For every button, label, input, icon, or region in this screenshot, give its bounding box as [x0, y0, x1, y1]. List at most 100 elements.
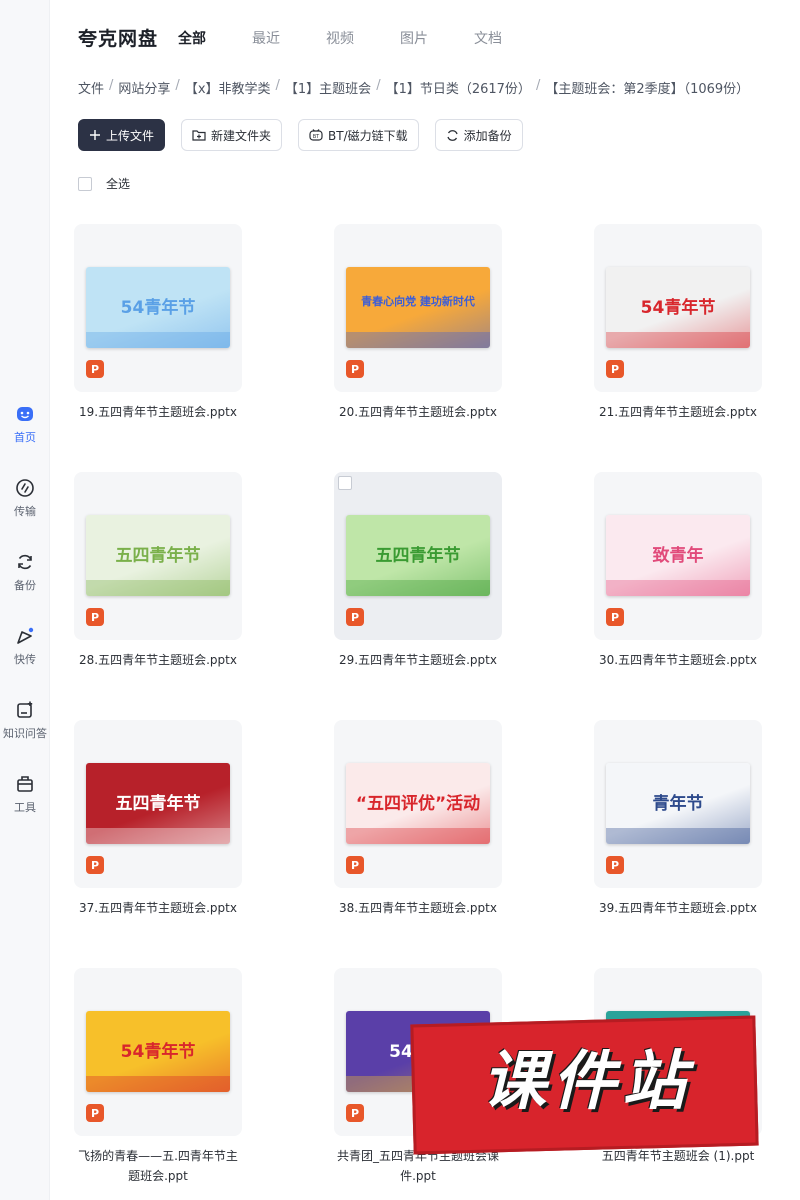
file-card[interactable]: 54青年节 P 21.五四青年节主题班会.pptx [594, 224, 762, 422]
file-name[interactable]: 37.五四青年节主题班会.pptx [74, 898, 242, 918]
slide-title: 五四青年节 [115, 794, 201, 814]
add-backup-button[interactable]: 添加备份 [434, 119, 523, 151]
file-card[interactable]: 54青年节 P 飞扬的青春——五.四青年节主题班会.ppt [74, 968, 242, 1186]
breadcrumb-separator: / [376, 78, 381, 93]
file-name[interactable]: 39.五四青年节主题班会.pptx [594, 898, 762, 918]
new-folder-button[interactable]: 新建文件夹 [181, 119, 283, 151]
file-name[interactable]: 29.五四青年节主题班会.pptx [334, 650, 502, 670]
slide-preview: “五四评优”活动 [346, 763, 490, 844]
file-name[interactable]: 20.五四青年节主题班会.pptx [334, 402, 502, 422]
slide-preview: 青春心向党 建功新时代 [346, 267, 490, 348]
file-card[interactable]: 青春心向党 建功新时代 P 20.五四青年节主题班会.pptx [334, 224, 502, 422]
ppt-file-icon: P [346, 856, 364, 874]
ppt-file-icon: P [346, 608, 364, 626]
left-rail: 首页 传输 备份 快传 知识问答 工具 [0, 0, 50, 1200]
file-card[interactable]: 五四青年节 P 37.五四青年节主题班会.pptx [74, 720, 242, 918]
breadcrumb: 文件 / 网站分享 / 【x】非教学类 / 【1】主题班会 / 【1】节日类（2617份… [78, 78, 749, 97]
svg-text:BT: BT [313, 134, 320, 140]
watermark-text: 课件站 [482, 1045, 692, 1119]
file-thumbnail[interactable]: 54青年节 P [74, 968, 242, 1136]
file-card[interactable]: 五四青年节 P 29.五四青年节主题班会.pptx [334, 472, 502, 670]
slide-decoration [606, 332, 750, 348]
slide-preview: 五四青年节 [86, 763, 230, 844]
file-name[interactable]: 38.五四青年节主题班会.pptx [334, 898, 502, 918]
rail-quick-send[interactable]: 快传 [0, 625, 50, 667]
breadcrumb-item[interactable]: 网站分享 [118, 78, 170, 97]
file-name[interactable]: 19.五四青年节主题班会.pptx [74, 402, 242, 422]
select-all[interactable]: 全选 [78, 175, 130, 192]
breadcrumb-item[interactable]: 【1】主题班会 [285, 78, 371, 97]
breadcrumb-separator: / [275, 78, 280, 93]
file-card[interactable]: 五四青年节 P 28.五四青年节主题班会.pptx [74, 472, 242, 670]
slide-preview: 五四青年节 [346, 515, 490, 596]
ppt-file-icon: P [346, 360, 364, 378]
slide-preview: 54青年节 [86, 1011, 230, 1092]
rail-home[interactable]: 首页 [0, 403, 50, 445]
breadcrumb-separator: / [535, 78, 541, 93]
breadcrumb-item[interactable]: 【1】节日类（2617份） [386, 78, 531, 97]
tab-all[interactable]: 全部 [178, 28, 206, 48]
ppt-file-icon: P [86, 856, 104, 874]
rail-knowledge-qa-label: 知识问答 [3, 727, 47, 740]
file-card[interactable]: 54青年节 P 19.五四青年节主题班会.pptx [74, 224, 242, 422]
home-face-icon [14, 403, 36, 425]
slide-title: 五四青年节 [375, 546, 461, 566]
backup-sync-icon [14, 551, 36, 573]
file-name[interactable]: 30.五四青年节主题班会.pptx [594, 650, 762, 670]
slide-decoration [86, 1076, 230, 1092]
file-thumbnail[interactable]: 青春心向党 建功新时代 P [334, 224, 502, 392]
ppt-file-icon: P [86, 1104, 104, 1122]
slide-title: 青春心向党 建功新时代 [361, 295, 475, 308]
ppt-file-icon: P [86, 360, 104, 378]
file-name[interactable]: 飞扬的青春——五.四青年节主题班会.ppt [74, 1146, 242, 1186]
file-thumbnail[interactable]: 五四青年节 P [74, 720, 242, 888]
breadcrumb-separator: / [175, 78, 180, 93]
slide-decoration [346, 332, 490, 348]
file-thumbnail[interactable]: 54青年节 P [74, 224, 242, 392]
slide-decoration [346, 580, 490, 596]
watermark-stamp: 课件站 [402, 1014, 766, 1160]
plus-icon [89, 129, 101, 141]
select-all-checkbox[interactable] [78, 176, 92, 191]
file-thumbnail[interactable]: 五四青年节 P [74, 472, 242, 640]
slide-preview: 54青年节 [86, 267, 230, 348]
breadcrumb-item[interactable]: 文件 [78, 78, 104, 97]
tab-document[interactable]: 文档 [474, 28, 502, 48]
file-select-checkbox[interactable] [338, 476, 352, 490]
rail-knowledge-qa[interactable]: 知识问答 [0, 699, 50, 741]
rail-backup[interactable]: 备份 [0, 551, 50, 593]
file-thumbnail[interactable]: 致青年 P [594, 472, 762, 640]
slide-title: 54青年节 [120, 298, 196, 318]
breadcrumb-current[interactable]: 【主题班会：第2季度】（1069份） [545, 78, 749, 97]
tab-video[interactable]: 视频 [326, 28, 354, 48]
slide-decoration [346, 828, 490, 844]
upload-button[interactable]: 上传文件 [78, 119, 166, 151]
file-name[interactable]: 21.五四青年节主题班会.pptx [594, 402, 762, 422]
rail-transfer-label: 传输 [14, 505, 36, 518]
rail-transfer[interactable]: 传输 [0, 477, 50, 519]
breadcrumb-item[interactable]: 【x】非教学类 [185, 78, 271, 97]
file-thumbnail[interactable]: 54青年节 P [594, 224, 762, 392]
category-tabs: 全部 最近 视频 图片 文档 [178, 28, 548, 48]
file-thumbnail[interactable]: “五四评优”活动 P [334, 720, 502, 888]
slide-title: 54青年节 [640, 298, 716, 318]
slide-preview: 五四青年节 [86, 515, 230, 596]
tab-image[interactable]: 图片 [400, 28, 428, 48]
file-name[interactable]: 28.五四青年节主题班会.pptx [74, 650, 242, 670]
slide-title: 青年节 [652, 794, 704, 814]
rail-home-label: 首页 [14, 431, 36, 444]
slide-decoration [606, 828, 750, 844]
file-card[interactable]: “五四评优”活动 P 38.五四青年节主题班会.pptx [334, 720, 502, 918]
rail-tools[interactable]: 工具 [0, 773, 50, 815]
file-card[interactable]: 青年节 P 39.五四青年节主题班会.pptx [594, 720, 762, 918]
rail-quick-send-label: 快传 [14, 653, 36, 666]
file-thumbnail[interactable]: 青年节 P [594, 720, 762, 888]
toolbox-icon [14, 773, 36, 795]
file-thumbnail[interactable]: 五四青年节 P [334, 472, 502, 640]
breadcrumb-separator: / [109, 78, 114, 93]
bt-icon: BT [309, 129, 323, 141]
file-card[interactable]: 致青年 P 30.五四青年节主题班会.pptx [594, 472, 762, 670]
tab-recent[interactable]: 最近 [252, 28, 280, 48]
bt-magnet-download-button[interactable]: BT BT/磁力链下载 [298, 119, 419, 151]
slide-preview: 青年节 [606, 763, 750, 844]
